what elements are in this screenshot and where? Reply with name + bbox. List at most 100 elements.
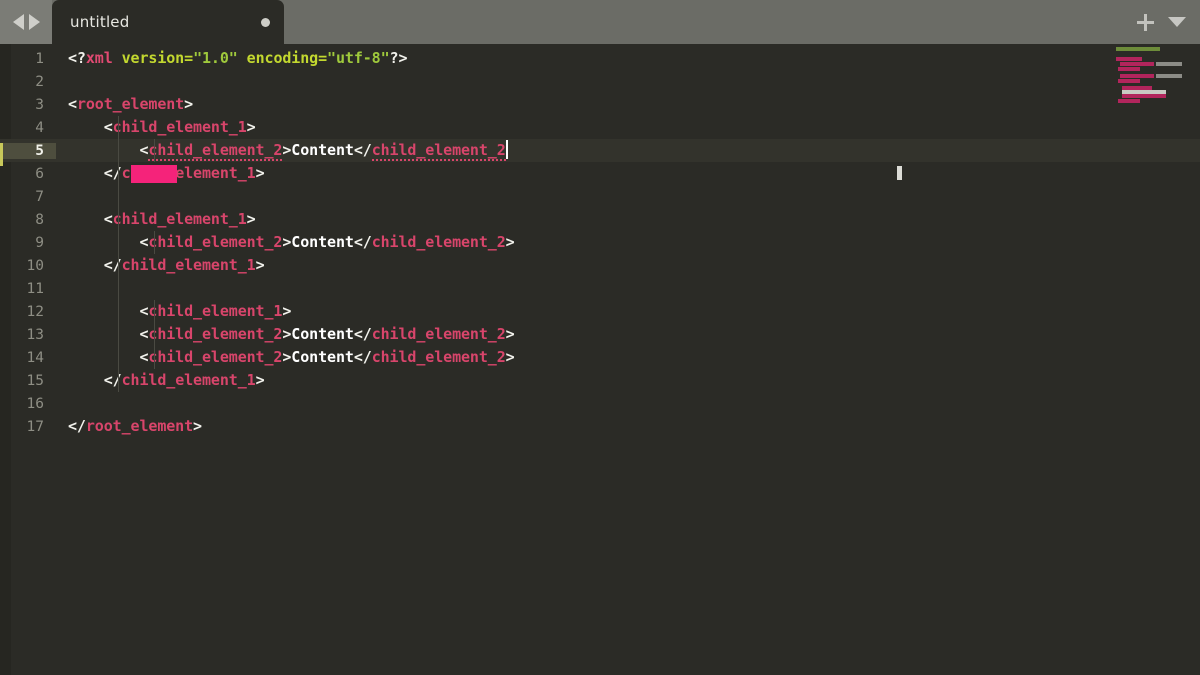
code-line[interactable]: 3 <root_element> xyxy=(0,93,1200,116)
token-tag: child_element_1 xyxy=(112,118,247,136)
minimap-row xyxy=(1156,62,1182,66)
line-content[interactable]: </child_element_1> xyxy=(56,162,1200,185)
line-content[interactable]: <child_element_1> xyxy=(56,116,1200,139)
code-line[interactable]: 12 <child_element_1> xyxy=(0,300,1200,323)
token-punct: > xyxy=(255,164,265,182)
line-number: 8 xyxy=(35,211,44,228)
code-line[interactable]: 2 xyxy=(0,70,1200,93)
code-editor[interactable]: 1 <?xml version="1.0" encoding="utf-8"?>… xyxy=(0,44,1200,675)
text-cursor xyxy=(505,140,508,159)
line-content[interactable]: <child_element_1> xyxy=(56,208,1200,231)
code-line[interactable]: 11 xyxy=(0,277,1200,300)
minimap-row xyxy=(1118,99,1140,103)
line-content[interactable]: <child_element_2>Content</child_element_… xyxy=(56,139,1200,162)
unsaved-dot-icon[interactable] xyxy=(261,17,270,27)
code-line[interactable]: 6 </child_element_1> xyxy=(0,162,1200,185)
minimap-row xyxy=(1118,67,1140,71)
tab-navigation[interactable] xyxy=(0,0,52,44)
line-number: 7 xyxy=(35,188,44,205)
indent-guide xyxy=(118,116,119,139)
token-punct: > xyxy=(282,302,292,320)
indent-guide xyxy=(118,369,119,392)
code-line[interactable]: 1 <?xml version="1.0" encoding="utf-8"?> xyxy=(0,47,1200,70)
line-content[interactable] xyxy=(56,185,1200,208)
line-content[interactable]: <child_element_1> xyxy=(56,300,1200,323)
code-line[interactable]: 15 </child_element_1> xyxy=(0,369,1200,392)
error-highlight-block xyxy=(131,165,177,183)
code-line[interactable]: 16 xyxy=(0,392,1200,415)
caret-down-icon[interactable] xyxy=(1168,17,1186,27)
token-punct: > xyxy=(255,371,265,389)
indent-guide xyxy=(154,139,155,162)
line-content[interactable]: <child_element_2>Content</child_element_… xyxy=(56,346,1200,369)
line-content[interactable]: <child_element_2>Content</child_element_… xyxy=(56,231,1200,254)
token-attr: version= xyxy=(112,49,194,67)
line-number: 14 xyxy=(26,349,44,366)
token-punct: > xyxy=(246,210,256,228)
line-number: 2 xyxy=(35,73,44,90)
code-line[interactable]: 8 <child_element_1> xyxy=(0,208,1200,231)
token-tag: child_element_2 xyxy=(148,325,283,343)
token-text: Content xyxy=(291,233,354,251)
token-punct: > xyxy=(282,141,292,159)
indent-guide xyxy=(118,231,119,254)
code-line-active[interactable]: 5 <child_element_2>Content</child_elemen… xyxy=(0,139,1200,166)
token-punct: </ xyxy=(353,141,372,159)
token-tag: child_element_1 xyxy=(121,256,256,274)
token-punct: > xyxy=(505,233,515,251)
indent-guide xyxy=(118,346,119,369)
line-content[interactable] xyxy=(56,392,1200,415)
code-line[interactable]: 10 </child_element_1> xyxy=(0,254,1200,277)
minimap-row xyxy=(1122,94,1166,98)
line-number: 5 xyxy=(0,142,56,166)
line-content[interactable]: <?xml version="1.0" encoding="utf-8"?> xyxy=(56,47,1200,70)
indent-guide xyxy=(118,162,119,185)
line-number: 6 xyxy=(35,165,44,182)
token-tag-error: child_element_2 xyxy=(371,141,506,161)
line-number: 17 xyxy=(26,418,44,435)
token-tag: child_element_2 xyxy=(371,325,506,343)
token-tag: child_element_1 xyxy=(112,210,247,228)
triangle-left-icon[interactable] xyxy=(12,14,24,30)
line-number: 1 xyxy=(35,50,44,67)
triangle-right-icon[interactable] xyxy=(28,14,40,30)
plus-icon[interactable] xyxy=(1137,13,1154,31)
line-content[interactable] xyxy=(56,70,1200,93)
token-punct: < xyxy=(103,118,113,136)
line-content[interactable] xyxy=(56,277,1200,300)
line-content[interactable]: </child_element_1> xyxy=(56,254,1200,277)
tab-bar-actions xyxy=(1137,0,1200,44)
code-line[interactable]: 14 <child_element_2>Content</child_eleme… xyxy=(0,346,1200,369)
tab-untitled[interactable]: untitled xyxy=(52,0,284,44)
token-tag: child_element_2 xyxy=(148,348,283,366)
code-line[interactable]: 13 <child_element_2>Content</child_eleme… xyxy=(0,323,1200,346)
line-number: 11 xyxy=(26,280,44,297)
token-punct: > xyxy=(505,325,515,343)
indent-guide xyxy=(118,254,119,277)
token-punct: > xyxy=(184,95,194,113)
minimap-row xyxy=(1120,62,1154,66)
indent-guide xyxy=(118,208,119,231)
line-content[interactable]: <root_element> xyxy=(56,93,1200,116)
token-punct: <? xyxy=(68,49,86,67)
code-lines[interactable]: 1 <?xml version="1.0" encoding="utf-8"?>… xyxy=(0,44,1200,438)
token-pi-name: xml xyxy=(85,49,113,67)
minimap-row xyxy=(1116,47,1160,51)
token-value: "1.0" xyxy=(193,49,238,67)
line-content[interactable]: </child_element_1> xyxy=(56,369,1200,392)
line-number: 12 xyxy=(26,303,44,320)
token-tag: child_element_2 xyxy=(148,233,283,251)
code-line[interactable]: 9 <child_element_2>Content</child_elemen… xyxy=(0,231,1200,254)
token-punct: </ xyxy=(353,325,372,343)
token-text: Content xyxy=(291,325,354,343)
minimap[interactable] xyxy=(1114,46,1194,106)
indent-guide xyxy=(154,323,155,346)
indent-guide xyxy=(118,185,119,208)
line-content[interactable]: </root_element> xyxy=(56,415,1200,438)
token-punct: < xyxy=(103,210,113,228)
token-tag: child_element_1 xyxy=(121,371,256,389)
code-line[interactable]: 7 xyxy=(0,185,1200,208)
code-line[interactable]: 17 </root_element> xyxy=(0,415,1200,438)
line-content[interactable]: <child_element_2>Content</child_element_… xyxy=(56,323,1200,346)
code-line[interactable]: 4 <child_element_1> xyxy=(0,116,1200,139)
